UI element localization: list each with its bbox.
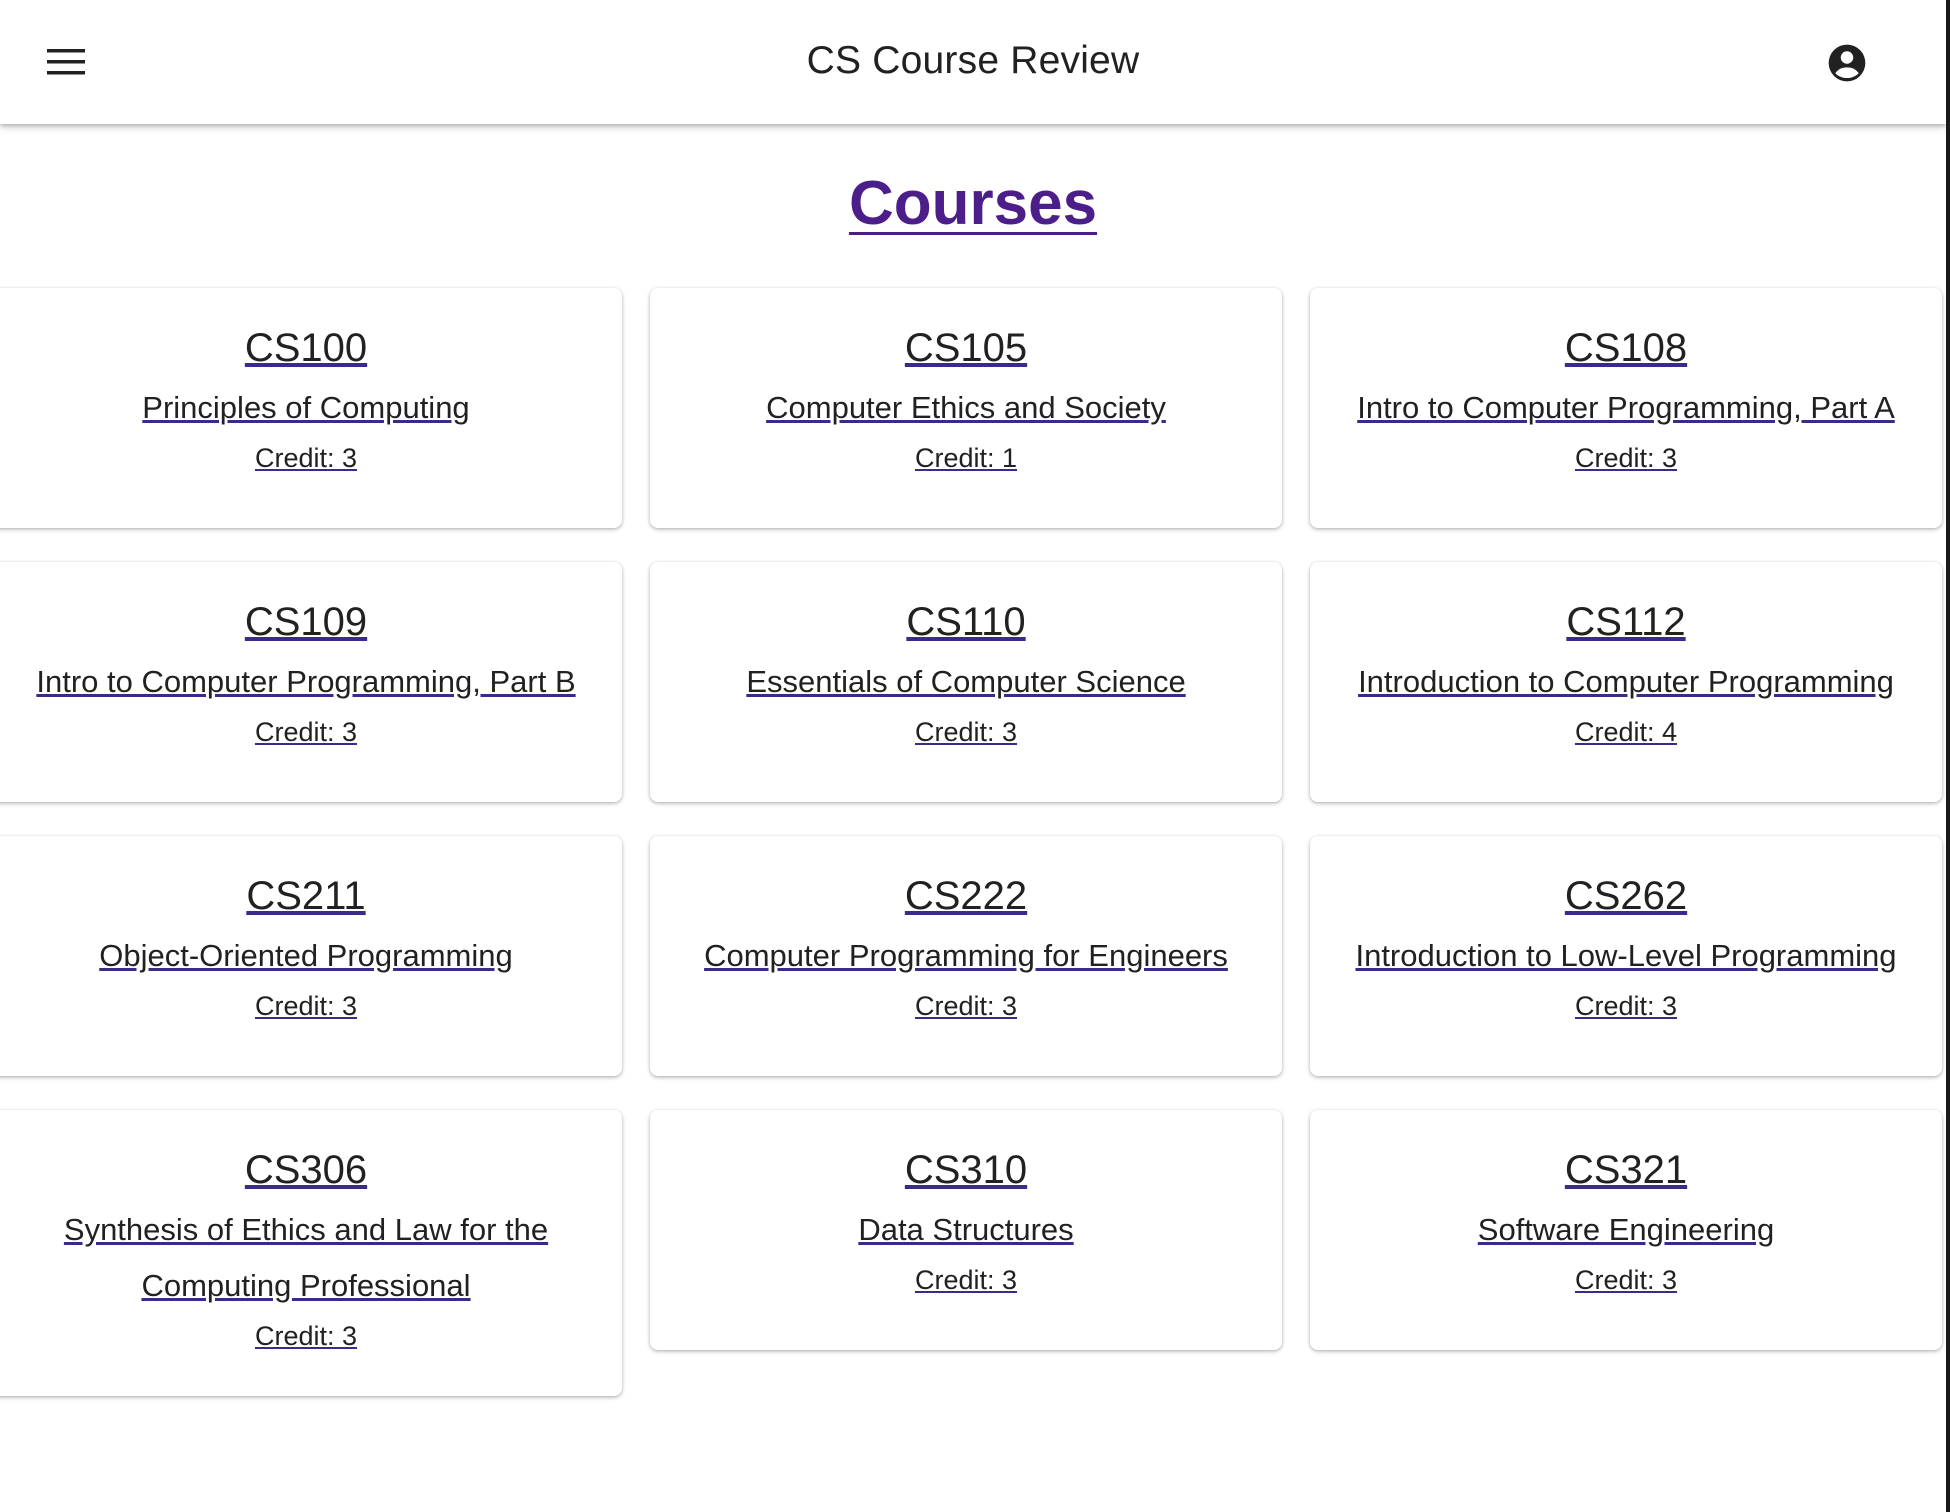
course-credit-link[interactable]: Credit: 3 xyxy=(10,1314,602,1358)
course-name-link[interactable]: Intro to Computer Programming, Part B xyxy=(10,654,602,710)
course-card[interactable]: CS306 Synthesis of Ethics and Law for the… xyxy=(0,1110,622,1396)
course-card[interactable]: CS110 Essentials of Computer Science Credi… xyxy=(650,562,1282,802)
course-name-link[interactable]: Introduction to Computer Programming xyxy=(1330,654,1922,710)
app-window: CS Course Review Courses CS100 Principles… xyxy=(0,0,1946,1512)
course-name-link[interactable]: Object-Oriented Programming xyxy=(10,928,602,984)
course-card[interactable]: CS100 Principles of Computing Credit: 3 xyxy=(0,288,622,528)
app-title: CS Course Review xyxy=(806,39,1140,82)
course-card[interactable]: CS109 Intro to Computer Programming, Part… xyxy=(0,562,622,802)
course-code-link[interactable]: CS310 xyxy=(670,1144,1262,1196)
course-code-link[interactable]: CS100 xyxy=(10,322,602,374)
course-card[interactable]: CS105 Computer Ethics and Society Credit: … xyxy=(650,288,1282,528)
course-credit-link[interactable]: Credit: 3 xyxy=(670,710,1262,754)
course-code-link[interactable]: CS211 xyxy=(10,870,602,922)
course-credit-link[interactable]: Credit: 3 xyxy=(10,436,602,480)
course-card[interactable]: CS310 Data Structures Credit: 3 xyxy=(650,1110,1282,1350)
course-credit-link[interactable]: Credit: 1 xyxy=(670,436,1262,480)
course-code-link[interactable]: CS110 xyxy=(670,596,1262,648)
account-button[interactable] xyxy=(1820,36,1874,90)
course-credit-link[interactable]: Credit: 3 xyxy=(10,984,602,1028)
course-card[interactable]: CS211 Object-Oriented Programming Credit: … xyxy=(0,836,622,1076)
app-bar: CS Course Review xyxy=(0,0,1946,124)
course-code-link[interactable]: CS108 xyxy=(1330,322,1922,374)
course-code-link[interactable]: CS222 xyxy=(670,870,1262,922)
course-credit-link[interactable]: Credit: 4 xyxy=(1330,710,1922,754)
course-name-link[interactable]: Essentials of Computer Science xyxy=(670,654,1262,710)
course-code-link[interactable]: CS112 xyxy=(1330,596,1922,648)
course-name-link[interactable]: Introduction to Low-Level Programming xyxy=(1330,928,1922,984)
course-grid: CS100 Principles of Computing Credit: 3 CS1… xyxy=(0,288,1946,1396)
courses-heading-link[interactable]: Courses xyxy=(849,169,1097,238)
course-credit-link[interactable]: Credit: 3 xyxy=(670,1258,1262,1302)
window-edge xyxy=(1946,0,1950,1512)
course-code-link[interactable]: CS262 xyxy=(1330,870,1922,922)
account-circle-icon xyxy=(1828,44,1866,82)
course-name-link[interactable]: Principles of Computing xyxy=(10,380,602,436)
page-heading: Courses xyxy=(0,168,1946,239)
course-name-link[interactable]: Software Engineering xyxy=(1330,1202,1922,1258)
course-code-link[interactable]: CS109 xyxy=(10,596,602,648)
course-name-link[interactable]: Computer Ethics and Society xyxy=(670,380,1262,436)
course-card[interactable]: CS112 Introduction to Computer Programmin… xyxy=(1310,562,1942,802)
course-credit-link[interactable]: Credit: 3 xyxy=(1330,984,1922,1028)
course-credit-link[interactable]: Credit: 3 xyxy=(670,984,1262,1028)
course-code-link[interactable]: CS306 xyxy=(10,1144,602,1196)
course-code-link[interactable]: CS321 xyxy=(1330,1144,1922,1196)
course-card[interactable]: CS222 Computer Programming for Engineers C… xyxy=(650,836,1282,1076)
course-credit-link[interactable]: Credit: 3 xyxy=(1330,1258,1922,1302)
course-name-link[interactable]: Synthesis of Ethics and Law for the Comp… xyxy=(10,1202,602,1314)
course-name-link[interactable]: Computer Programming for Engineers xyxy=(670,928,1262,984)
course-card[interactable]: CS262 Introduction to Low-Level Programmi… xyxy=(1310,836,1942,1076)
course-credit-link[interactable]: Credit: 3 xyxy=(10,710,602,754)
course-credit-link[interactable]: Credit: 3 xyxy=(1330,436,1922,480)
course-name-link[interactable]: Data Structures xyxy=(670,1202,1262,1258)
course-name-link[interactable]: Intro to Computer Programming, Part A xyxy=(1330,380,1922,436)
course-code-link[interactable]: CS105 xyxy=(670,322,1262,374)
course-card[interactable]: CS108 Intro to Computer Programming, Part… xyxy=(1310,288,1942,528)
course-card[interactable]: CS321 Software Engineering Credit: 3 xyxy=(1310,1110,1942,1350)
